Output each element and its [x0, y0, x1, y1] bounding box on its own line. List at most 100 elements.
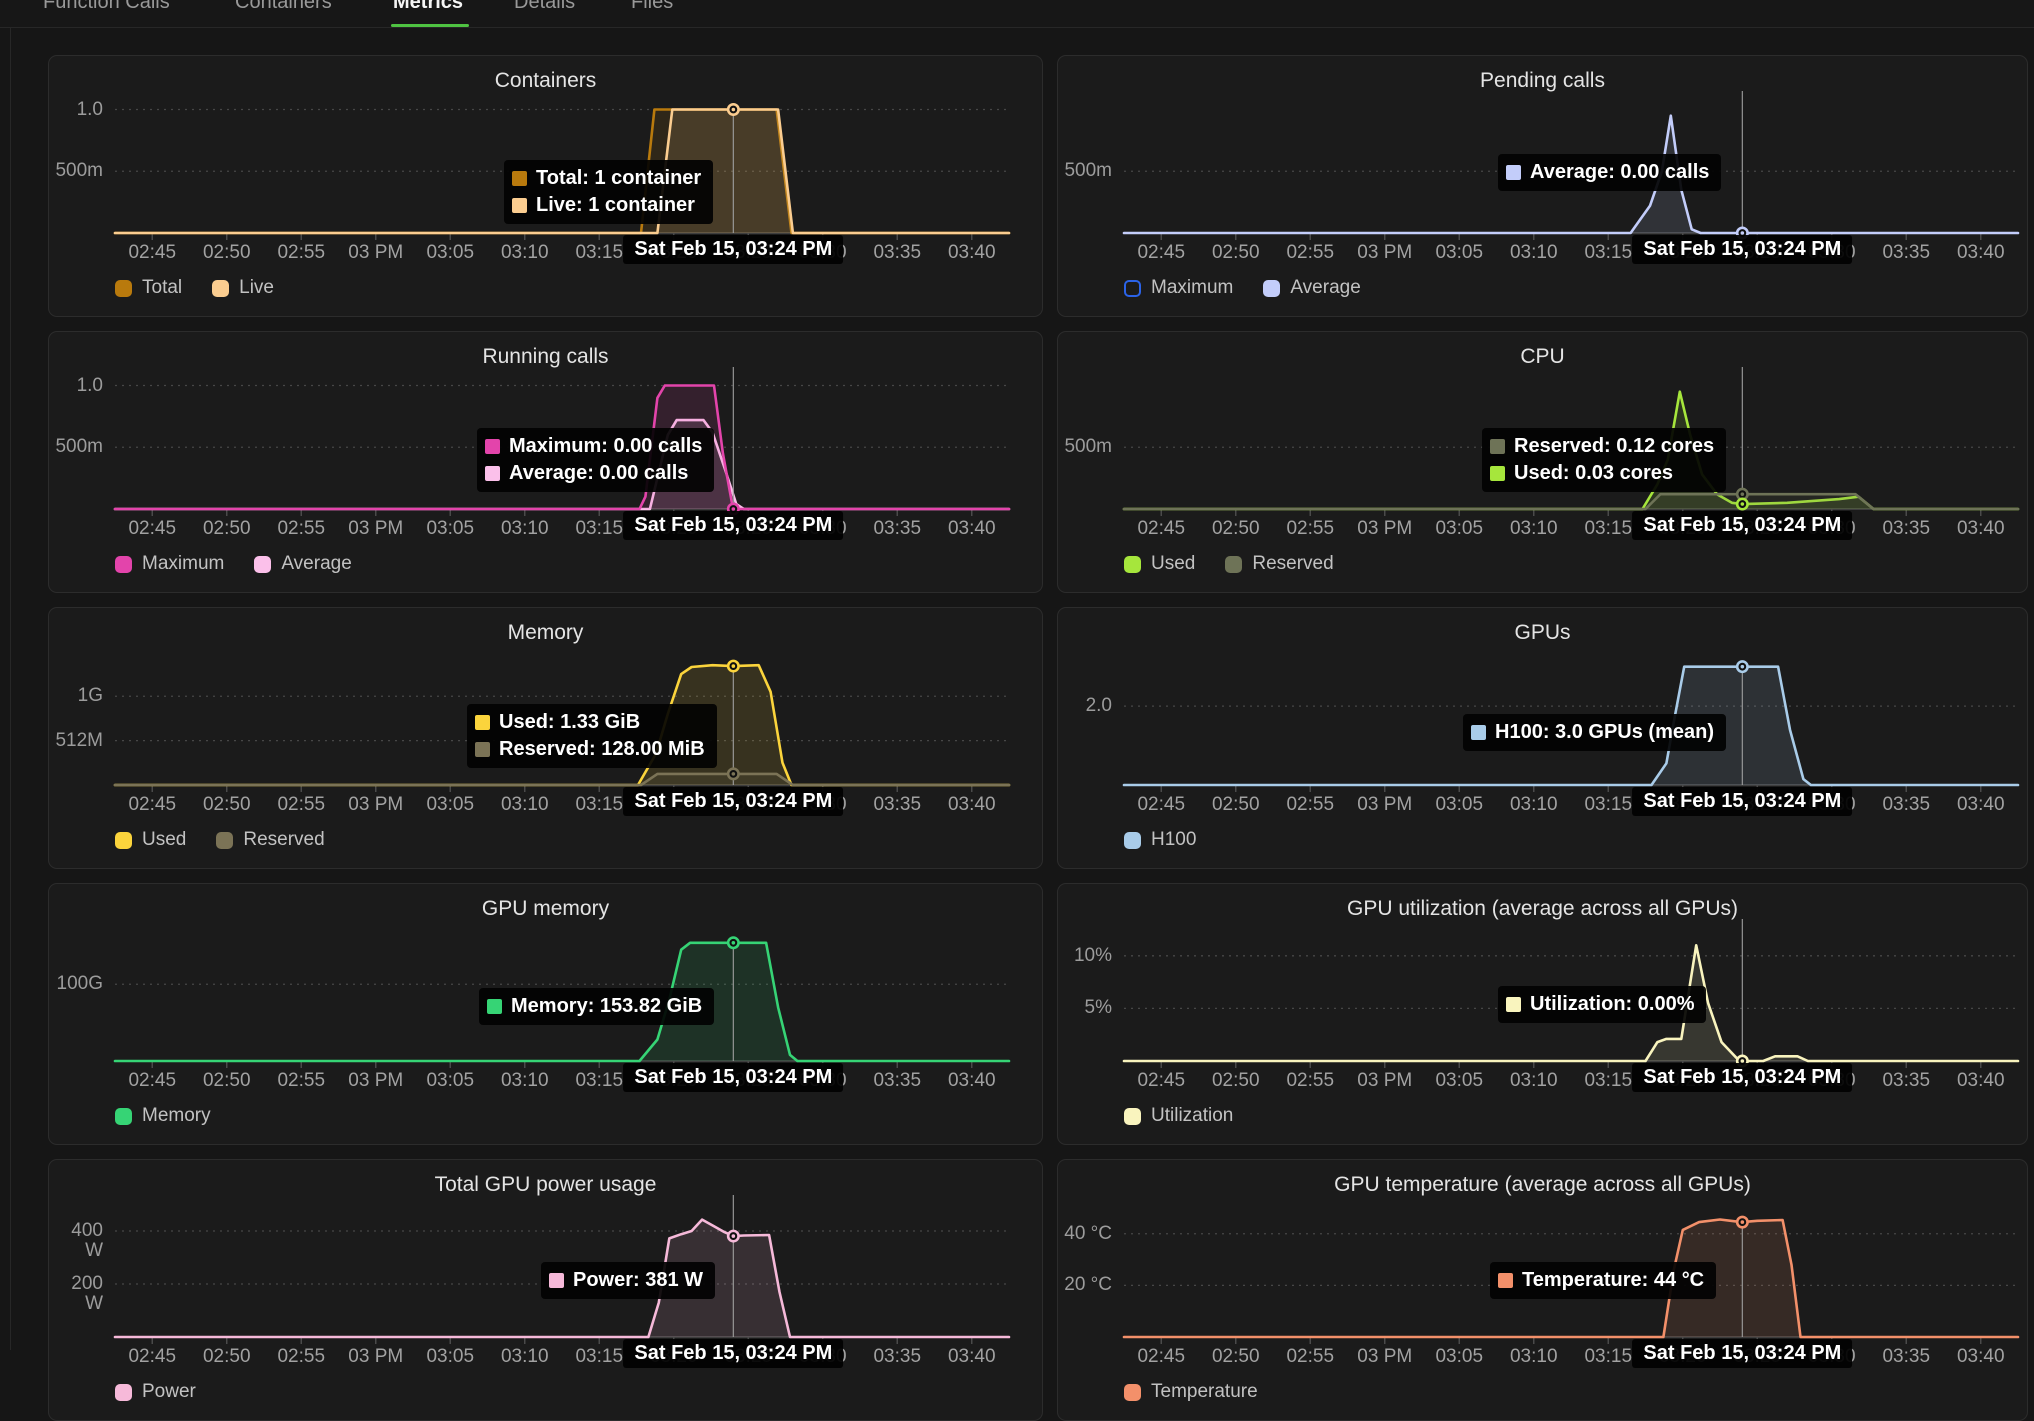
- legend-item-maximum[interactable]: Maximum: [115, 553, 224, 575]
- tab-containers[interactable]: Containers: [235, 0, 332, 14]
- tooltip-text: Reserved: 0.12 cores: [1514, 435, 1714, 458]
- legend-item-used[interactable]: Used: [1124, 553, 1195, 575]
- legend-item-temperature[interactable]: Temperature: [1124, 1381, 1258, 1403]
- legend-swatch-icon: [1124, 1108, 1141, 1125]
- chart-legend: Maximum Average: [115, 553, 352, 575]
- tooltip-text: Live: 1 container: [536, 194, 695, 217]
- y-axis-label: 500m: [1058, 161, 1112, 181]
- legend-label: Temperature: [1151, 1381, 1258, 1403]
- y-axis-label: 1G: [49, 686, 103, 706]
- legend-swatch-icon: [115, 832, 132, 849]
- axis-cursor-tooltip: Sat Feb 15, 03:24 PM: [623, 1339, 843, 1368]
- tab-metrics[interactable]: Metrics: [393, 0, 463, 14]
- tooltip-row: Maximum: 0.00 calls: [485, 433, 702, 460]
- y-axis-label: 1.0: [49, 376, 103, 396]
- tooltip-swatch-icon: [1490, 466, 1505, 481]
- legend-swatch-icon: [1124, 1384, 1141, 1401]
- legend-swatch-icon: [115, 280, 132, 297]
- tooltip-text: Reserved: 128.00 MiB: [499, 738, 705, 761]
- legend-item-average[interactable]: Average: [1263, 277, 1360, 299]
- legend-item-total[interactable]: Total: [115, 277, 182, 299]
- chart-panel-gpu-power: Total GPU power usage400 W200 W02:4502:5…: [48, 1159, 1043, 1421]
- legend-label: Reserved: [243, 829, 324, 851]
- chart-tooltip: Temperature: 44 °C: [1490, 1262, 1716, 1299]
- chart-legend: Maximum Average: [1124, 277, 1361, 299]
- chart-tooltip: Utilization: 0.00%: [1498, 986, 1706, 1023]
- tooltip-swatch-icon: [487, 999, 502, 1014]
- chart-panel-gpu-utilization: GPU utilization (average across all GPUs…: [1057, 883, 2028, 1145]
- tooltip-row: Used: 0.03 cores: [1490, 460, 1714, 487]
- tooltip-row: Total: 1 container: [512, 165, 701, 192]
- axis-cursor-tooltip: Sat Feb 15, 03:24 PM: [1632, 511, 1852, 540]
- legend-item-reserved[interactable]: Reserved: [1225, 553, 1333, 575]
- legend-item-live[interactable]: Live: [212, 277, 274, 299]
- y-axis-label: 500m: [49, 437, 103, 457]
- chart-legend: Power: [115, 1381, 196, 1403]
- chart-tooltip: Used: 1.33 GiB Reserved: 128.00 MiB: [467, 704, 717, 768]
- legend-label: Used: [142, 829, 186, 851]
- tooltip-swatch-icon: [1471, 725, 1486, 740]
- legend-item-h100[interactable]: H100: [1124, 829, 1196, 851]
- legend-swatch-icon: [212, 280, 229, 297]
- legend-label: Total: [142, 277, 182, 299]
- tooltip-swatch-icon: [475, 742, 490, 757]
- legend-label: H100: [1151, 829, 1196, 851]
- tooltip-text: Power: 381 W: [573, 1269, 703, 1292]
- tooltip-text: Average: 0.00 calls: [1530, 161, 1709, 184]
- tab-details[interactable]: Details: [514, 0, 575, 14]
- axis-cursor-tooltip: Sat Feb 15, 03:24 PM: [623, 235, 843, 264]
- tooltip-text: Maximum: 0.00 calls: [509, 435, 702, 458]
- y-axis-label: 100G: [49, 974, 103, 994]
- legend-label: Maximum: [142, 553, 224, 575]
- tab-bar: Function Calls Containers Metrics Detail…: [0, 0, 2034, 28]
- content-left-border: [10, 27, 11, 1350]
- tooltip-swatch-icon: [475, 715, 490, 730]
- legend-item-memory[interactable]: Memory: [115, 1105, 211, 1127]
- legend-item-utilization[interactable]: Utilization: [1124, 1105, 1233, 1127]
- legend-item-maximum[interactable]: Maximum: [1124, 277, 1233, 299]
- legend-item-power[interactable]: Power: [115, 1381, 196, 1403]
- tooltip-row: Reserved: 128.00 MiB: [475, 736, 705, 763]
- tooltip-swatch-icon: [1498, 1273, 1513, 1288]
- tooltip-text: Total: 1 container: [536, 167, 701, 190]
- tooltip-row: Live: 1 container: [512, 192, 701, 219]
- tooltip-swatch-icon: [485, 466, 500, 481]
- legend-swatch-icon: [115, 1384, 132, 1401]
- tooltip-text: Memory: 153.82 GiB: [511, 995, 702, 1018]
- y-axis-label: 20 °C: [1058, 1275, 1112, 1295]
- tooltip-swatch-icon: [1506, 997, 1521, 1012]
- tooltip-swatch-icon: [1490, 439, 1505, 454]
- tab-function-calls[interactable]: Function Calls: [43, 0, 170, 14]
- y-axis-label: 512M: [49, 731, 103, 751]
- chart-tooltip: Average: 0.00 calls: [1498, 154, 1721, 191]
- tooltip-text: Used: 0.03 cores: [1514, 462, 1673, 485]
- tooltip-row: H100: 3.0 GPUs (mean): [1471, 719, 1714, 746]
- tooltip-swatch-icon: [1506, 165, 1521, 180]
- legend-swatch-icon: [1124, 832, 1141, 849]
- chart-panel-gpus: GPUs2.002:4502:5002:5503 PM03:0503:1003:…: [1057, 607, 2028, 869]
- tooltip-text: Utilization: 0.00%: [1530, 993, 1694, 1016]
- chart-tooltip: Maximum: 0.00 callsAverage: 0.00 calls: [477, 428, 714, 492]
- tooltip-swatch-icon: [512, 171, 527, 186]
- legend-item-reserved[interactable]: Reserved: [216, 829, 324, 851]
- chart-legend: Temperature: [1124, 1381, 1258, 1403]
- legend-label: Reserved: [1252, 553, 1333, 575]
- chart-panel-pending-calls: Pending calls500m02:4502:5002:5503 PM03:…: [1057, 55, 2028, 317]
- legend-label: Live: [239, 277, 274, 299]
- legend-swatch-icon: [254, 556, 271, 573]
- legend-swatch-icon: [1124, 280, 1141, 297]
- legend-label: Memory: [142, 1105, 211, 1127]
- tooltip-swatch-icon: [512, 198, 527, 213]
- y-axis-label: 400 W: [49, 1221, 103, 1261]
- tooltip-text: Used: 1.33 GiB: [499, 711, 640, 734]
- tooltip-row: Memory: 153.82 GiB: [487, 993, 702, 1020]
- y-axis-label: 10%: [1058, 946, 1112, 966]
- chart-panel-gpu-temperature: GPU temperature (average across all GPUs…: [1057, 1159, 2028, 1421]
- legend-item-used[interactable]: Used: [115, 829, 186, 851]
- tooltip-row: Temperature: 44 °C: [1498, 1267, 1704, 1294]
- chart-legend: Used Reserved: [1124, 553, 1334, 575]
- tab-files[interactable]: Files: [631, 0, 673, 14]
- tooltip-swatch-icon: [485, 439, 500, 454]
- legend-swatch-icon: [115, 556, 132, 573]
- legend-item-average[interactable]: Average: [254, 553, 351, 575]
